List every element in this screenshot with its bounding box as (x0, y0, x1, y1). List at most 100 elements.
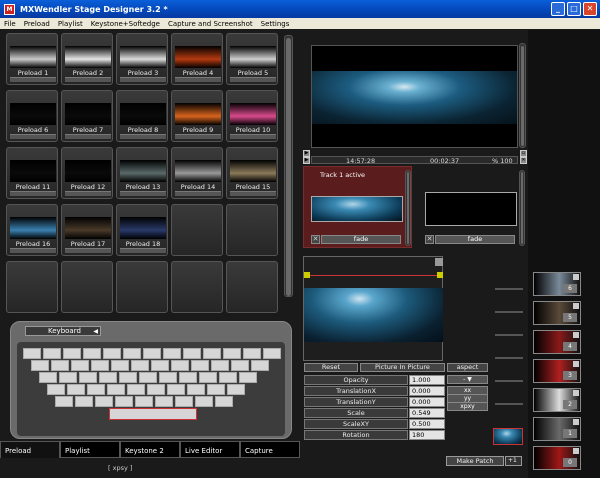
keyboard-key[interactable] (91, 360, 109, 371)
keyboard-key[interactable] (111, 360, 129, 371)
keyboard-key[interactable] (103, 348, 121, 359)
make-patch-button[interactable]: Make Patch (446, 456, 504, 466)
tab-capture[interactable]: Capture (240, 441, 300, 458)
preload-slot[interactable]: Preload 17 (61, 204, 113, 256)
aspect-button[interactable]: aspect (447, 363, 488, 372)
preload-slot[interactable]: Preload 3 (116, 33, 168, 85)
tab-playlist[interactable]: Playlist (60, 441, 120, 458)
editor-corner-handle[interactable] (435, 258, 443, 266)
preview-scroll-thumb[interactable] (521, 46, 524, 146)
keyboard-key[interactable] (171, 360, 189, 371)
maximize-button[interactable]: □ (567, 2, 581, 16)
preview-scrollbar[interactable] (519, 43, 526, 148)
keyboard-key[interactable] (251, 360, 269, 371)
keyboard-key[interactable] (43, 348, 61, 359)
track-1-scroll-thumb[interactable] (407, 172, 409, 244)
preload-slot[interactable]: Preload 4 (171, 33, 223, 85)
keyboard-key[interactable] (179, 372, 197, 383)
channel-slot[interactable]: 5 (533, 301, 581, 325)
keyboard-key[interactable] (151, 360, 169, 371)
preload-slot[interactable]: Preload 9 (171, 90, 223, 142)
track-1-thumbnail[interactable] (311, 196, 403, 222)
preload-slot[interactable]: Preload 5 (226, 33, 278, 85)
preload-scrollbar[interactable] (284, 35, 293, 297)
preload-slot[interactable]: Preload 11 (6, 147, 58, 199)
spacebar-key[interactable] (109, 408, 197, 420)
play-icon[interactable]: ▶ (303, 150, 310, 157)
keyboard-key[interactable] (199, 372, 217, 383)
preload-slot[interactable]: Preload 6 (6, 90, 58, 142)
preload-slot[interactable]: Preload 15 (226, 147, 278, 199)
track-2-scroll-thumb[interactable] (521, 172, 523, 244)
preload-slot[interactable] (226, 261, 278, 313)
keyboard-key[interactable] (231, 360, 249, 371)
keyboard-key[interactable] (155, 396, 173, 407)
preload-slot[interactable] (226, 204, 278, 256)
channel-slot[interactable]: 0 (533, 446, 581, 470)
expand-icon[interactable]: ▫ (520, 150, 527, 157)
keyboard-key[interactable] (183, 348, 201, 359)
channel-slot[interactable]: 6 (533, 272, 581, 296)
tab-preload[interactable]: Preload (0, 441, 60, 458)
channel-slot[interactable]: 4 (533, 330, 581, 354)
keyboard-key[interactable] (139, 372, 157, 383)
keyboard-key[interactable] (23, 348, 41, 359)
keyboard-key[interactable] (159, 372, 177, 383)
keyboard-key[interactable] (227, 384, 245, 395)
keyboard-key[interactable] (191, 360, 209, 371)
preload-slot[interactable]: Preload 18 (116, 204, 168, 256)
keyboard-key[interactable] (211, 360, 229, 371)
keyboard-key[interactable] (83, 348, 101, 359)
keyboard-key[interactable] (107, 384, 125, 395)
close-button[interactable]: ✕ (583, 2, 597, 16)
patch-slot[interactable] (495, 357, 523, 359)
preload-slot[interactable] (171, 204, 223, 256)
keyboard-key[interactable] (147, 384, 165, 395)
keyboard-key[interactable] (175, 396, 193, 407)
keyboard-key[interactable] (163, 348, 181, 359)
channel-slot[interactable]: 3 (533, 359, 581, 383)
preload-slot[interactable]: Preload 2 (61, 33, 113, 85)
keyboard-key[interactable] (219, 372, 237, 383)
preload-slot[interactable]: Preload 13 (116, 147, 168, 199)
track-2-fade-select[interactable]: fade (435, 235, 515, 244)
keyboard-key[interactable] (59, 372, 77, 383)
menu-file[interactable]: File (4, 20, 16, 28)
keyboard-key[interactable] (119, 372, 137, 383)
preload-slot[interactable]: Preload 12 (61, 147, 113, 199)
mode-select[interactable]: - ▼ (447, 375, 488, 384)
keyboard-key[interactable] (79, 372, 97, 383)
patch-number[interactable]: +1 (505, 456, 522, 466)
preload-slot[interactable]: Preload 7 (61, 90, 113, 142)
keyboard-key[interactable] (143, 348, 161, 359)
menu-settings[interactable]: Settings (261, 20, 290, 28)
patch-slot[interactable] (495, 403, 523, 405)
keyboard-key[interactable] (263, 348, 281, 359)
tab-keystone-2[interactable]: Keystone 2 (120, 441, 180, 458)
tab-live-editor[interactable]: Live Editor (180, 441, 240, 458)
keyboard-key[interactable] (203, 348, 221, 359)
patch-slot[interactable] (495, 311, 523, 313)
preload-slot[interactable] (116, 261, 168, 313)
keyboard-key[interactable] (55, 396, 73, 407)
keyboard-key[interactable] (239, 372, 257, 383)
handle-top-right[interactable] (437, 272, 443, 278)
keyboard-selector[interactable]: Keyboard ◀ (25, 326, 101, 336)
keyboard-key[interactable] (87, 384, 105, 395)
preload-slot[interactable] (171, 261, 223, 313)
keyboard-key[interactable] (51, 360, 69, 371)
preload-slot[interactable]: Preload 14 (171, 147, 223, 199)
reset-button[interactable]: Reset (304, 363, 358, 372)
track-1-remove-icon[interactable]: ✕ (311, 235, 320, 244)
menu-playlist[interactable]: Playlist (58, 20, 83, 28)
param-value-input[interactable]: 1.000 (409, 375, 445, 385)
keyboard-key[interactable] (99, 372, 117, 383)
handle-top-left[interactable] (304, 272, 310, 278)
menu-capture-screenshot[interactable]: Capture and Screenshot (168, 20, 253, 28)
keyboard-key[interactable] (75, 396, 93, 407)
keyboard-key[interactable] (207, 384, 225, 395)
keyboard-key[interactable] (39, 372, 57, 383)
param-value-input[interactable]: 180 (409, 430, 445, 440)
track-1-fade-select[interactable]: fade (321, 235, 401, 244)
keyboard-key[interactable] (187, 384, 205, 395)
